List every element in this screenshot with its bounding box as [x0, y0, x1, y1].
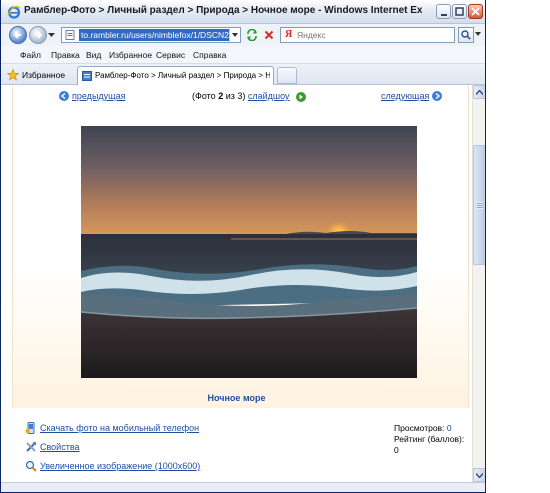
- arrow-left-circle-icon: [59, 91, 69, 101]
- close-icon: [471, 7, 480, 16]
- search-field[interactable]: Я: [280, 27, 455, 43]
- search-options-dropdown-icon[interactable]: [475, 32, 481, 37]
- search-button[interactable]: [458, 27, 474, 43]
- favorites-label: Избранное: [22, 69, 66, 80]
- enlarged-image-label: Увеличенное изображение (1000x600): [40, 461, 201, 471]
- address-toolbar: to.rambler.ru/users/nimblefox/1/DSCN2619…: [1, 24, 485, 46]
- page-content: предыдущая (Фото 2 из 3) слайдшоу следую…: [1, 85, 472, 482]
- properties-label: Свойства: [40, 442, 80, 452]
- scroll-up-button[interactable]: [473, 85, 485, 99]
- scroll-grip: [477, 202, 483, 209]
- properties-icon: [26, 441, 37, 452]
- maximize-button[interactable]: [452, 4, 467, 19]
- menu-item-favorites[interactable]: Избранное: [109, 50, 152, 60]
- photo-counter: (Фото 2 из 3) слайдшоу: [192, 91, 290, 101]
- refresh-button[interactable]: [245, 28, 259, 42]
- enlarged-image-link[interactable]: Увеличенное изображение (1000x600): [25, 459, 200, 473]
- chevron-up-icon: [476, 89, 483, 95]
- stop-button[interactable]: [262, 28, 276, 42]
- photo-stats: Просмотров: 0 Рейтинг (баллов): 0: [394, 423, 464, 456]
- stop-icon: [264, 30, 274, 40]
- photo-counter-prefix: (Фото: [192, 91, 219, 101]
- window-bottom-edge: [1, 482, 485, 492]
- next-photo-label: следующая: [381, 91, 430, 101]
- menu-bar: Файл Правка Вид Избранное Сервис Справка: [1, 46, 485, 64]
- title-bar: Рамблер-Фото > Личный раздел > Природа >…: [1, 0, 485, 24]
- zoom-icon: [25, 460, 37, 472]
- photo-image[interactable]: [81, 126, 417, 378]
- star-icon: [7, 68, 19, 80]
- tab-label: Рамблер-Фото > Личный раздел > Природа >…: [95, 71, 270, 80]
- photo-counter-total: из 3): [223, 91, 248, 101]
- rating-value: 0: [394, 445, 399, 455]
- scroll-thumb[interactable]: [473, 145, 485, 265]
- page-icon: [82, 71, 92, 81]
- previous-photo-label: предыдущая: [72, 91, 126, 101]
- photo-caption: Ночное море: [207, 393, 266, 403]
- chevron-down-icon: [476, 472, 483, 478]
- chevron-down-icon: [232, 32, 238, 37]
- properties-link[interactable]: Свойства: [25, 440, 80, 454]
- recent-pages-dropdown-icon[interactable]: [48, 32, 55, 38]
- url-text[interactable]: to.rambler.ru/users/nimblefox/1/DSCN2619…: [79, 29, 229, 41]
- page-icon: [65, 30, 75, 40]
- maximize-icon: [455, 7, 464, 16]
- minimize-button[interactable]: [436, 4, 451, 19]
- arrow-left-icon: [13, 31, 21, 39]
- views-value: 0: [446, 423, 452, 433]
- next-photo-link[interactable]: следующая: [381, 91, 443, 101]
- menu-item-help[interactable]: Справка: [193, 50, 226, 60]
- previous-photo-link[interactable]: предыдущая: [59, 91, 125, 101]
- window-title: Рамблер-Фото > Личный раздел > Природа >…: [24, 5, 422, 16]
- new-tab-button[interactable]: [277, 67, 297, 84]
- views-row: Просмотров: 0: [394, 423, 464, 434]
- views-label: Просмотров:: [394, 423, 445, 433]
- address-field[interactable]: to.rambler.ru/users/nimblefox/1/DSCN2619…: [61, 27, 241, 43]
- internet-explorer-icon: [7, 5, 21, 19]
- forward-button[interactable]: [29, 26, 47, 44]
- back-button[interactable]: [9, 26, 27, 44]
- play-icon[interactable]: [296, 92, 306, 102]
- slideshow-link[interactable]: слайдшоу: [248, 91, 290, 101]
- tab-bar: Избранное Рамблер-Фото > Личный раздел >…: [1, 64, 485, 85]
- menu-item-file[interactable]: Файл: [20, 50, 41, 60]
- address-dropdown-button[interactable]: [229, 28, 240, 42]
- yandex-logo-icon: Я: [285, 29, 293, 40]
- tab-active[interactable]: Рамблер-Фото > Личный раздел > Природа >…: [77, 66, 274, 85]
- arrow-right-circle-icon: [432, 91, 443, 101]
- search-icon: [461, 30, 471, 40]
- refresh-icon: [247, 29, 257, 41]
- vertical-scrollbar[interactable]: [472, 85, 485, 482]
- close-button[interactable]: [468, 4, 483, 19]
- download-to-mobile-link[interactable]: Скачать фото на мобильный телефон: [25, 421, 199, 435]
- search-input[interactable]: [297, 29, 447, 41]
- mobile-download-icon: [25, 422, 35, 434]
- browser-window: Рамблер-Фото > Личный раздел > Природа >…: [0, 0, 486, 493]
- rating-label: Рейтинг (баллов):: [394, 434, 465, 444]
- favorites-button[interactable]: Избранное: [7, 67, 65, 82]
- download-to-mobile-label: Скачать фото на мобильный телефон: [40, 423, 200, 433]
- scroll-down-button[interactable]: [473, 468, 485, 482]
- menu-item-view[interactable]: Вид: [86, 50, 101, 60]
- menu-item-edit[interactable]: Правка: [51, 50, 80, 60]
- menu-item-tools[interactable]: Сервис: [156, 50, 185, 60]
- arrow-right-icon: [35, 31, 43, 39]
- minimize-icon: [440, 13, 447, 16]
